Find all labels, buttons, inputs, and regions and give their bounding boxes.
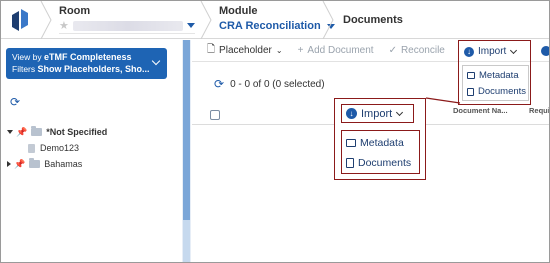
zoomed-import-callout: ↓ Import Metadata Documents (334, 98, 426, 180)
menu-item-label: Documents (358, 157, 412, 169)
view-filter-button[interactable]: View by eTMF Completeness Filters Show P… (6, 48, 167, 79)
chevron-down-icon[interactable] (187, 23, 195, 28)
top-header: Room ★ Module CRA Reconciliation Documen… (1, 1, 549, 39)
select-all-checkbox[interactable] (210, 110, 220, 120)
metadata-icon (346, 139, 356, 147)
page-title: Documents (343, 14, 403, 26)
tree-item-label: *Not Specified (46, 127, 108, 137)
header-separator (40, 1, 52, 39)
filters-prefix: Filters (12, 64, 36, 74)
document-icon (28, 143, 35, 153)
pin-icon: 📌 (16, 126, 28, 137)
reconcile-label: Reconcile (400, 45, 445, 56)
count-text: 0 - 0 of 0 (0 selected) (230, 78, 325, 90)
module-selector[interactable]: Module CRA Reconciliation (219, 5, 335, 32)
tree-item-label: Bahamas (44, 159, 83, 169)
expand-down-icon[interactable] (7, 130, 13, 134)
header-separator (322, 1, 334, 39)
sidebar-scrollbar[interactable] (182, 40, 191, 262)
module-value-text: CRA Reconciliation (219, 20, 321, 32)
pin-icon: 📌 (14, 158, 26, 169)
room-label: Room (59, 5, 91, 17)
menu-item-label: Metadata (360, 137, 404, 149)
menu-item-documents[interactable]: Documents (342, 153, 419, 173)
documents-icon (346, 158, 354, 168)
menu-item-metadata[interactable]: Metadata (467, 70, 528, 81)
folder-tree: 📌 *Not Specified Demo123 📌 Bahamas (7, 124, 107, 172)
view-by-line: View by eTMF Completeness (12, 51, 161, 63)
documents-icon (467, 87, 474, 96)
app-logo-icon[interactable] (9, 7, 31, 33)
import-dropdown: Metadata Documents (462, 65, 529, 101)
tree-item-bahamas[interactable]: 📌 Bahamas (7, 156, 107, 172)
menu-item-metadata[interactable]: Metadata (342, 133, 419, 153)
room-selector[interactable]: Room ★ (59, 5, 195, 34)
add-document-label: Add Document (307, 45, 374, 56)
view-by-prefix: View by (12, 52, 42, 62)
refresh-icon[interactable]: ⟳ (214, 77, 224, 91)
scrollbar-highlight (183, 220, 190, 262)
room-value-obscured (72, 20, 183, 31)
tree-item-not-specified[interactable]: 📌 *Not Specified (7, 124, 107, 140)
filters-line: Filters Show Placeholders, Sho... (12, 63, 161, 75)
tree-item-label: Demo123 (40, 143, 80, 153)
more-icon[interactable] (541, 46, 549, 56)
folder-icon (31, 126, 43, 136)
header-separator (200, 1, 212, 39)
check-icon: ✓ (388, 45, 397, 56)
result-count: ⟳ 0 - 0 of 0 (0 selected) (214, 77, 325, 91)
import-menu-zoomed: Metadata Documents (341, 130, 420, 174)
left-sidebar: View by eTMF Completeness Filters Show P… (1, 40, 191, 262)
module-label: Module (219, 5, 258, 17)
tree-item-demo123[interactable]: Demo123 (7, 140, 107, 156)
chevron-down-icon (396, 108, 404, 116)
reconcile-button[interactable]: ✓ Reconcile (389, 45, 445, 56)
add-document-button[interactable]: + Add Document (298, 45, 374, 56)
placeholder-button[interactable]: 🗋 Placeholder ⌄ (207, 42, 283, 59)
placeholder-label: Placeholder (219, 45, 272, 56)
plus-icon: + (297, 45, 304, 56)
refresh-icon[interactable]: ⟳ (10, 95, 20, 109)
column-header-required[interactable]: Requi (529, 106, 549, 115)
menu-item-label: Metadata (479, 70, 519, 81)
metadata-icon (467, 72, 475, 79)
menu-item-label: Documents (478, 86, 527, 97)
view-by-value: eTMF Completeness (43, 52, 132, 62)
chevron-down-icon: ⌄ (275, 46, 283, 55)
filters-value: Show Placeholders, Sho... (37, 64, 150, 74)
document-icon: 🗋 (207, 44, 216, 55)
folder-icon (29, 158, 41, 168)
app-window: Room ★ Module CRA Reconciliation Documen… (0, 0, 550, 263)
star-icon[interactable]: ★ (59, 19, 69, 32)
column-header-document-name[interactable]: Document Na... (453, 106, 508, 115)
import-label: Import (361, 107, 393, 120)
import-button-zoomed[interactable]: ↓ Import (341, 104, 414, 123)
module-value[interactable]: CRA Reconciliation (219, 20, 335, 32)
menu-item-documents[interactable]: Documents (467, 86, 528, 97)
expand-right-icon[interactable] (7, 161, 11, 167)
room-field[interactable]: ★ (59, 20, 195, 34)
download-icon: ↓ (346, 108, 357, 119)
